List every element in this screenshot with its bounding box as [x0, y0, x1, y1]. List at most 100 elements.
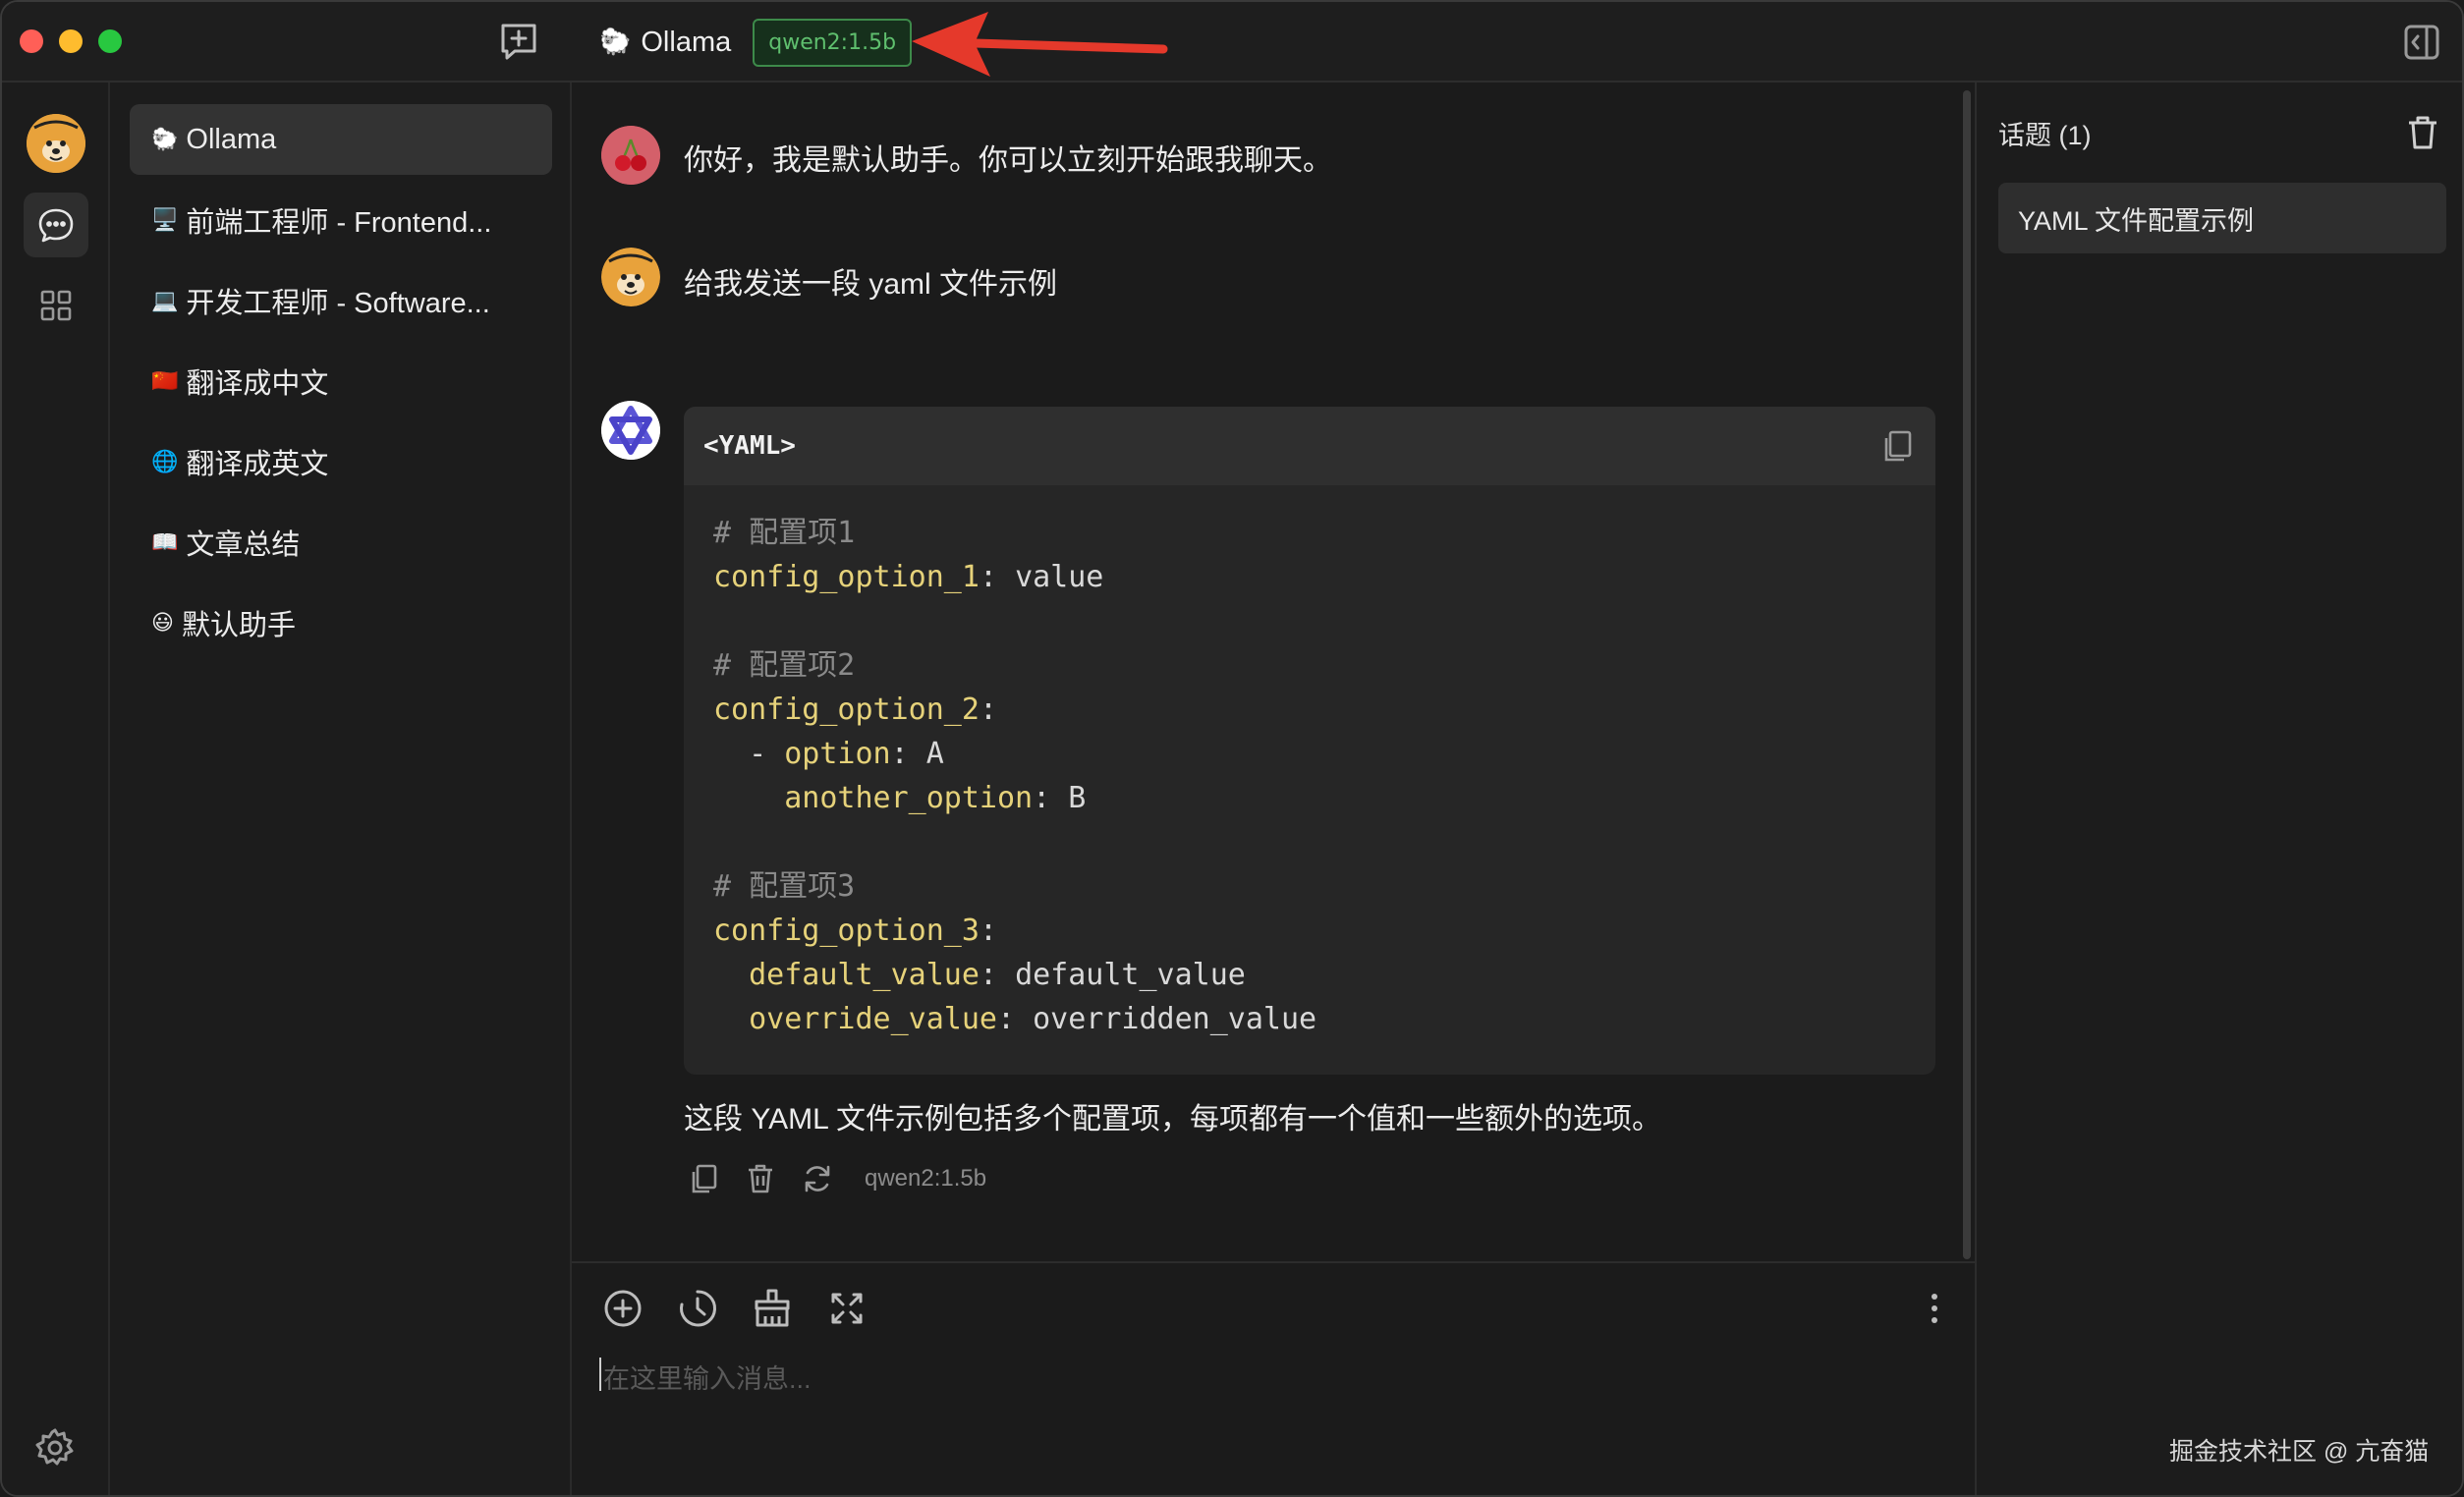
code-line: # 配置项3 — [713, 864, 1906, 909]
minimize-window-button[interactable] — [59, 29, 83, 53]
code-line: default_value: default_value — [749, 958, 1246, 992]
chat-scrollbar[interactable] — [1963, 90, 1971, 1259]
chat-bubble-icon — [38, 208, 74, 243]
trash-icon — [749, 1164, 772, 1193]
code-comment: # 配置项1 — [713, 516, 856, 550]
assistant-emoji: 🐑 — [151, 127, 179, 152]
user-avatar[interactable] — [27, 114, 85, 173]
close-window-button[interactable] — [20, 29, 43, 53]
code-line: config_option_3: — [713, 914, 997, 948]
assistant-label: 文章总结 — [186, 529, 301, 561]
chat-messages: 你好，我是默认助手。你可以立刻开始跟我聊天。 给我发送一段 yaml 文件示例 — [572, 83, 1975, 1261]
message-model-label: qwen2:1.5b — [865, 1165, 987, 1192]
grid-icon — [40, 290, 72, 321]
watermark: 掘金技术社区 @ 亢奋猫 — [2169, 1438, 2430, 1466]
assistant-label: Ollama — [186, 123, 277, 155]
assistant-avatar — [601, 126, 660, 185]
code-language: <YAML> — [703, 431, 796, 461]
assistant-item-frontend[interactable]: 🖥️ 前端工程师 - Frontend... — [130, 185, 552, 255]
expand-icon[interactable] — [825, 1287, 868, 1330]
code-line: # 配置项2 — [713, 643, 1906, 688]
annotation-arrow-icon — [912, 12, 1168, 77]
title-emoji: 🐑 — [599, 28, 632, 57]
code-line: override_value: overridden_value — [749, 1002, 1317, 1036]
code-value: A — [925, 737, 944, 771]
assistant-emoji: 😃 — [151, 610, 174, 636]
topics-title: 话题 (1) — [1998, 121, 2092, 150]
model-tag[interactable]: qwen2:1.5b — [753, 18, 913, 67]
text-caret — [599, 1358, 601, 1391]
code-value: default_value — [1015, 958, 1246, 992]
copy-icon — [692, 1164, 717, 1193]
more-vertical-icon[interactable] — [1920, 1287, 1949, 1330]
assistant-label: 开发工程师 - Software... — [186, 288, 490, 319]
assistant-emoji: 💻 — [151, 288, 179, 313]
nav-apps-button[interactable] — [24, 273, 88, 338]
app-window: 🐑 Ollama qwen2:1.5b 🐑 Ollama 🖥️ 前端工程师 - … — [0, 0, 2464, 1497]
topic-item[interactable]: YAML 文件配置示例 — [1998, 183, 2446, 253]
message-input[interactable]: 在这里输入消息... — [603, 1358, 812, 1396]
assistant-list: 🐑 Ollama 🖥️ 前端工程师 - Frontend... 💻 开发工程师 … — [110, 83, 572, 1495]
assistant-message: 这段 YAML 文件示例包括多个配置项，每项都有一个值和一些额外的选项。 — [684, 1103, 1662, 1136]
code-key: config_option_1 — [713, 560, 980, 594]
new-chat-icon[interactable] — [497, 20, 540, 63]
code-comment: # 配置项2 — [713, 648, 856, 683]
message-actions: qwen2:1.5b — [684, 1159, 986, 1198]
code-key: config_option_3 — [713, 914, 980, 948]
regenerate-button[interactable] — [798, 1159, 837, 1198]
copy-icon[interactable] — [1880, 428, 1914, 464]
code-line: - option: A — [713, 737, 944, 771]
code-content: # 配置项1 config_option_1: value # 配置项2 config… — [684, 485, 1935, 1067]
maximize-window-button[interactable] — [98, 29, 122, 53]
code-comment: # 配置项3 — [713, 869, 856, 904]
assistant-label: 默认助手 — [181, 610, 296, 641]
code-key: another_option — [784, 781, 1034, 815]
assistant-item-translate-zh[interactable]: 🇨🇳 翻译成中文 — [130, 346, 552, 416]
user-message-avatar — [601, 248, 660, 306]
copy-message-button[interactable] — [684, 1159, 723, 1198]
assistant-item-ollama[interactable]: 🐑 Ollama — [130, 104, 552, 175]
code-value: overridden_value — [1033, 1002, 1317, 1036]
gear-icon[interactable] — [33, 1426, 77, 1469]
nav-rail — [2, 83, 110, 1495]
qwen-logo-icon — [601, 401, 660, 460]
history-icon[interactable] — [676, 1287, 719, 1330]
assistant-emoji: 🇨🇳 — [151, 368, 179, 394]
sidebar-toggle-icon[interactable] — [2403, 24, 2440, 61]
assistant-label: 翻译成英文 — [186, 449, 329, 480]
code-value: B — [1068, 781, 1087, 815]
refresh-icon — [805, 1165, 830, 1192]
code-line: config_option_2: — [713, 693, 997, 727]
assistant-label: 翻译成中文 — [186, 368, 329, 400]
code-key: config_option_2 — [713, 693, 980, 727]
title-text: Ollama — [641, 26, 732, 58]
nav-chat-button[interactable] — [24, 193, 88, 257]
code-block-header: <YAML> — [684, 407, 1935, 485]
assistant-item-summary[interactable]: 📖 文章总结 — [130, 507, 552, 578]
assistant-item-software[interactable]: 💻 开发工程师 - Software... — [130, 265, 552, 336]
message-input-area: 在这里输入消息... — [572, 1261, 1975, 1495]
assistant-item-default[interactable]: 😃 默认助手 — [130, 587, 552, 658]
model-avatar — [601, 401, 660, 460]
code-block: <YAML> # 配置项1 config_option_1: value # 配置项… — [684, 407, 1935, 1075]
code-key: default_value — [749, 958, 980, 992]
assistant-emoji: 🖥️ — [151, 207, 179, 233]
trash-icon[interactable] — [2405, 114, 2440, 151]
code-key: override_value — [749, 1002, 997, 1036]
code-line: another_option: B — [784, 781, 1087, 815]
user-message: 给我发送一段 yaml 文件示例 — [684, 268, 1058, 301]
code-line: # 配置项1 — [713, 511, 1906, 555]
cherry-icon — [601, 126, 660, 185]
assistant-emoji: 🌐 — [151, 449, 179, 474]
greeting-message: 你好，我是默认助手。你可以立刻开始跟我聊天。 — [684, 144, 1332, 177]
delete-message-button[interactable] — [741, 1159, 780, 1198]
title-bar: 🐑 Ollama qwen2:1.5b — [2, 2, 2462, 83]
assistant-item-translate-en[interactable]: 🌐 翻译成英文 — [130, 426, 552, 497]
broom-icon[interactable] — [751, 1287, 794, 1330]
assistant-label: 前端工程师 - Frontend... — [186, 207, 492, 239]
chat-title: 🐑 Ollama qwen2:1.5b — [599, 18, 913, 67]
plus-circle-icon[interactable] — [601, 1287, 644, 1330]
code-line: config_option_1: value — [713, 560, 1104, 594]
